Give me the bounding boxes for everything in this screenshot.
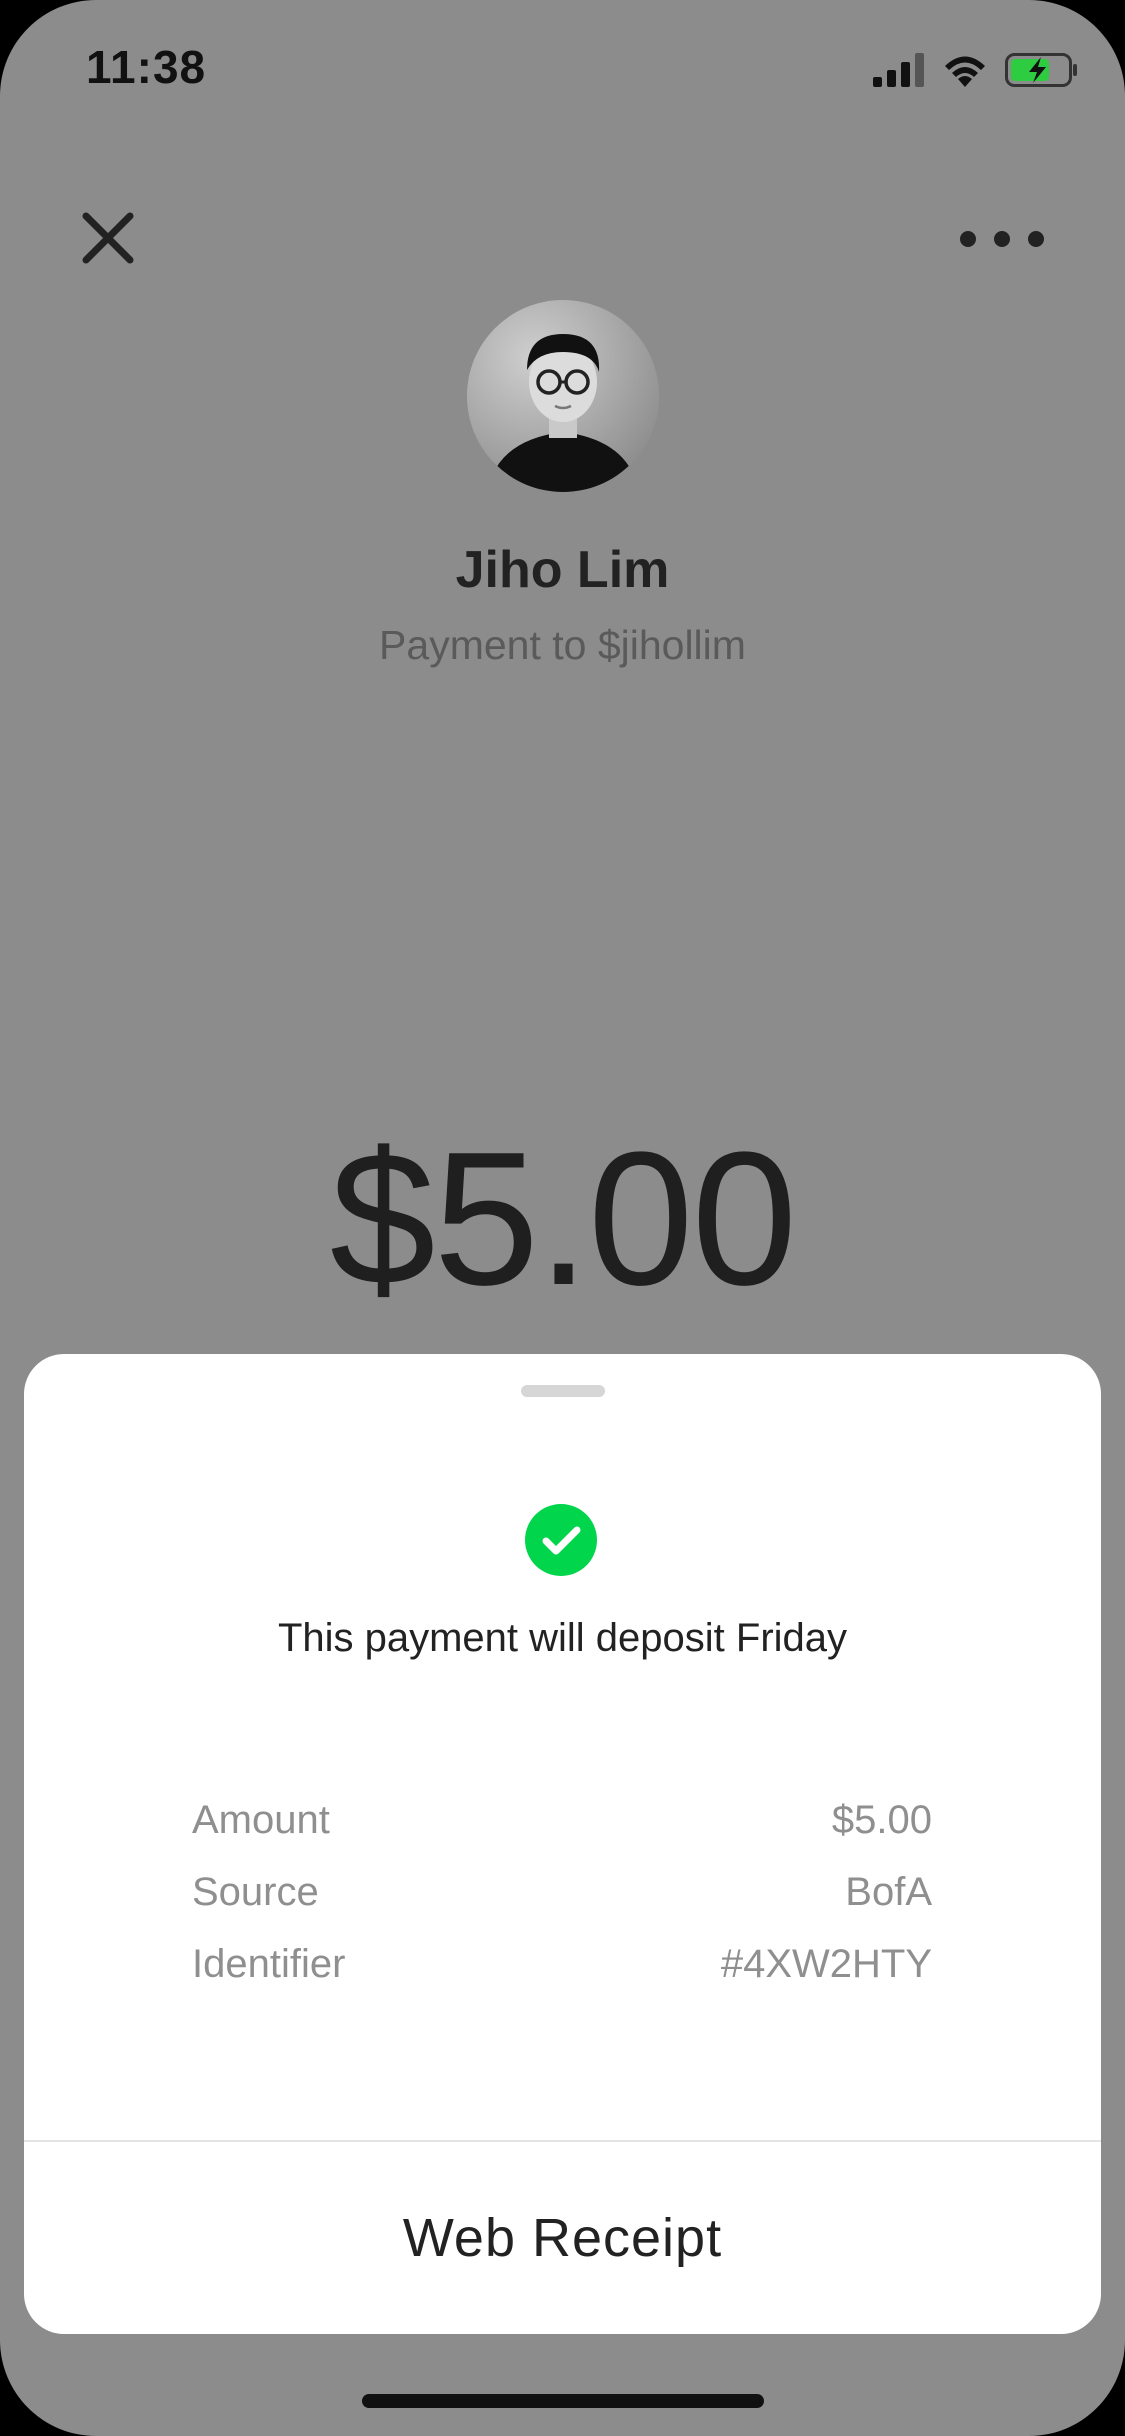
- detail-label: Amount: [192, 1797, 330, 1842]
- status-icons: [873, 50, 1079, 90]
- check-circle-icon: [525, 1504, 597, 1576]
- payment-screen: 11:38 Jiho Lim Payment to $jihollim $5.0…: [0, 0, 1125, 2436]
- deposit-message: This payment will deposit Friday: [277, 1616, 848, 1660]
- home-indicator[interactable]: [362, 2394, 764, 2408]
- detail-label: Identifier: [192, 1941, 346, 1986]
- detail-label: Source: [192, 1869, 319, 1914]
- payment-amount: $5.00: [329, 1113, 797, 1325]
- more-horizontal-icon[interactable]: [955, 226, 1049, 252]
- avatar-photo: [467, 300, 659, 492]
- detail-row-source: Source BofA: [192, 1856, 932, 1928]
- status-time: 11:38: [86, 41, 207, 93]
- detail-value: BofA: [845, 1869, 932, 1914]
- avatar: [467, 300, 659, 492]
- cellular-signal-icon: [873, 53, 924, 87]
- payment-details: Amount $5.00 Source BofA Identifier #4XW…: [192, 1784, 932, 2000]
- detail-row-amount: Amount $5.00: [192, 1784, 932, 1856]
- detail-value: #4XW2HTY: [720, 1941, 932, 1986]
- wifi-icon: [945, 56, 985, 87]
- detail-value: $5.00: [831, 1797, 932, 1842]
- battery-charging-icon: [1005, 53, 1077, 87]
- web-receipt-button[interactable]: Web Receipt: [24, 2142, 1101, 2334]
- recipient-name: Jiho Lim: [455, 541, 670, 599]
- payment-status-sheet: This payment will deposit Friday Amount …: [24, 1354, 1101, 2334]
- close-icon[interactable]: [80, 210, 136, 266]
- payment-subtitle: Payment to $jihollim: [379, 622, 746, 668]
- detail-row-identifier: Identifier #4XW2HTY: [192, 1928, 932, 2000]
- sheet-handle[interactable]: [521, 1385, 605, 1397]
